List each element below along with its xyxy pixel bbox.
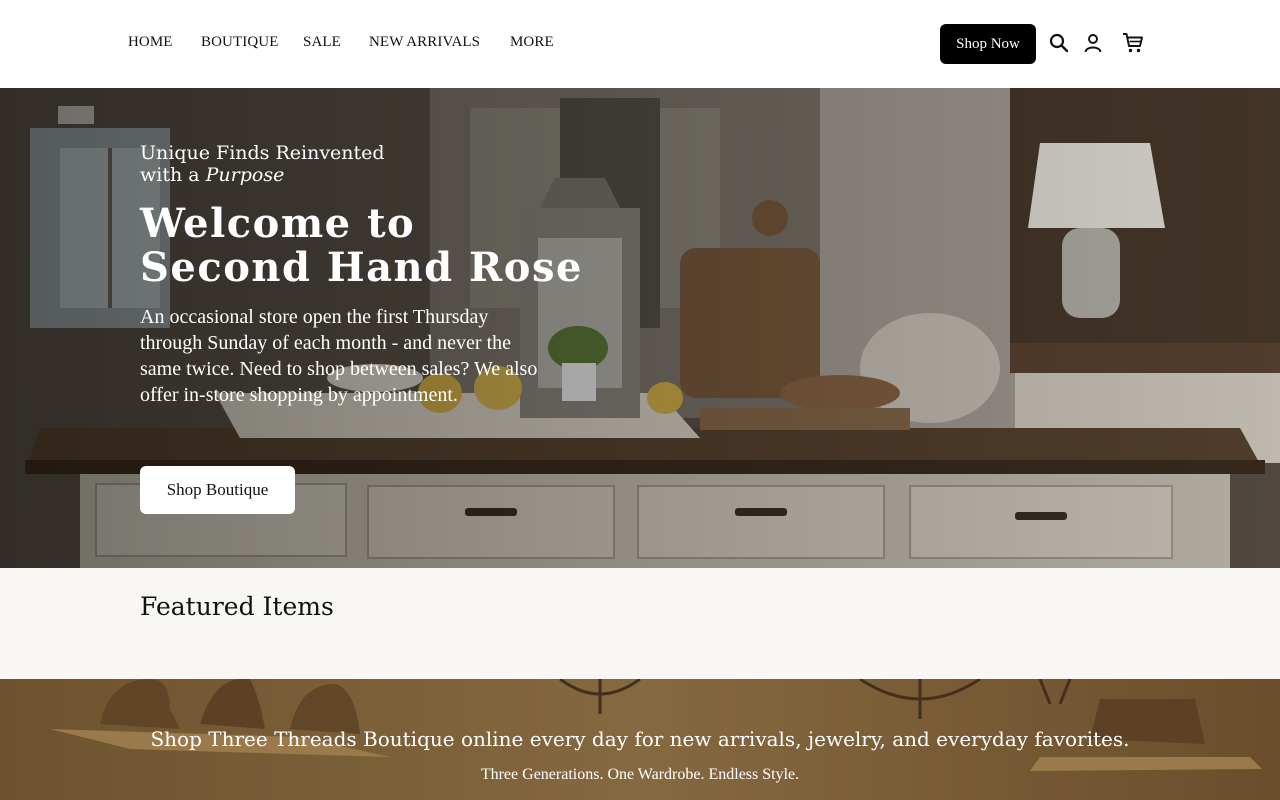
nav-new-arrivals[interactable]: NEW ARRIVALS (369, 34, 480, 51)
banner-title: Shop Three Threads Boutique online every… (150, 727, 1130, 751)
site-header: HOME BOUTIQUE SALE NEW ARRIVALS MORE Sho… (0, 0, 1280, 88)
hero-tagline-emphasis: Purpose (205, 164, 285, 186)
hero-tagline-line2: with a Purpose (140, 164, 385, 186)
search-icon[interactable] (1048, 32, 1070, 54)
shop-now-button[interactable]: Shop Now (940, 24, 1036, 64)
hero-title-line2: Second Hand Rose (140, 244, 583, 291)
hero-tagline-prefix: with a (140, 164, 200, 186)
banner-subtitle: Three Generations. One Wardrobe. Endless… (480, 766, 800, 783)
hero-title: Welcome to Second Hand Rose (140, 202, 583, 290)
boutique-banner: Shop Three Threads Boutique online every… (0, 679, 1280, 800)
nav-home[interactable]: HOME (128, 34, 173, 51)
hero-section: Unique Finds Reinvented with a Purpose W… (0, 88, 1280, 568)
hero-title-line1: Welcome to (140, 202, 583, 246)
nav-sale[interactable]: SALE (303, 34, 341, 51)
hero-tagline-line1: Unique Finds Reinvented (140, 142, 385, 164)
featured-section: Featured Items (0, 568, 1280, 679)
hero-title-rest: to (367, 200, 416, 247)
nav-more[interactable]: MORE (510, 34, 554, 51)
shop-boutique-button[interactable]: Shop Boutique (140, 466, 295, 514)
hero-description: An occasional store open the first Thurs… (140, 306, 538, 406)
hero-tagline: Unique Finds Reinvented with a Purpose (140, 142, 385, 186)
account-icon[interactable] (1082, 32, 1104, 54)
nav-boutique[interactable]: BOUTIQUE (201, 34, 278, 51)
cart-icon[interactable] (1122, 32, 1144, 54)
hero-title-bold: Welcome (140, 200, 352, 247)
featured-heading: Featured Items (140, 592, 334, 621)
